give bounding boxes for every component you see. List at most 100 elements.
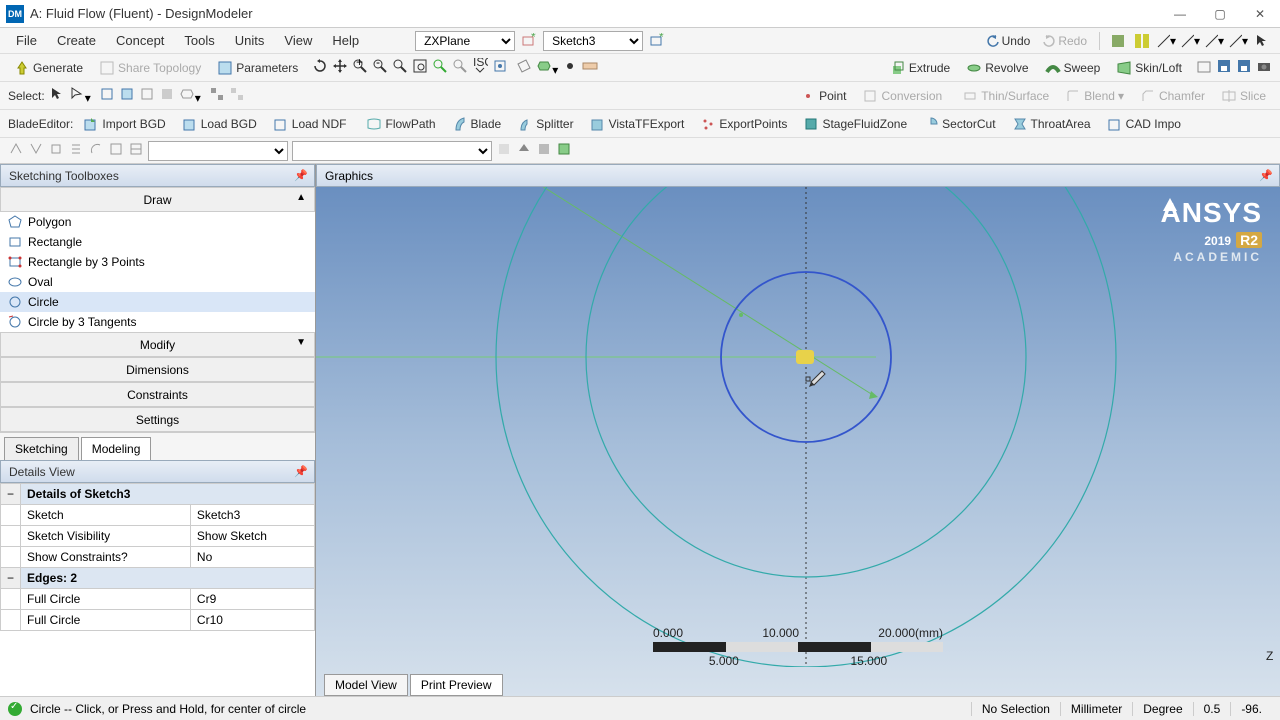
row-sketch-val[interactable]: Sketch3 xyxy=(190,505,314,526)
dimensions-header[interactable]: Dimensions xyxy=(0,357,315,382)
refresh-icon[interactable] xyxy=(312,58,328,77)
zoom-box-icon[interactable] xyxy=(412,58,428,77)
close-button[interactable]: ✕ xyxy=(1240,0,1280,28)
revolve-button[interactable]: Revolve xyxy=(960,58,1034,78)
combo-1[interactable] xyxy=(148,141,288,161)
display-plane-icon[interactable] xyxy=(516,58,532,77)
menu-help[interactable]: Help xyxy=(324,30,367,51)
menu-view[interactable]: View xyxy=(276,30,320,51)
look-at-icon[interactable] xyxy=(492,58,508,77)
misc-icon-2[interactable] xyxy=(28,141,44,160)
tab-modeling[interactable]: Modeling xyxy=(81,437,152,460)
tab-print-preview[interactable]: Print Preview xyxy=(410,674,503,696)
minimize-button[interactable]: — xyxy=(1160,0,1200,28)
draw-header[interactable]: Draw▲ xyxy=(0,187,315,212)
display-point-icon[interactable] xyxy=(562,58,578,77)
row-showc-val[interactable]: No xyxy=(190,547,314,568)
import-bgd-button[interactable]: Import BGD xyxy=(77,114,171,134)
pan-icon[interactable] xyxy=(332,58,348,77)
redo-button[interactable]: Redo xyxy=(1038,34,1091,48)
display-model-icon[interactable]: ▾ xyxy=(536,58,558,77)
draw-circle[interactable]: Circle xyxy=(0,292,315,312)
menu-concept[interactable]: Concept xyxy=(108,30,172,51)
iso-icon[interactable]: ISO xyxy=(472,58,488,77)
pin-icon[interactable]: 📌 xyxy=(1259,169,1273,182)
extend-sel2-icon[interactable] xyxy=(229,86,245,105)
line-tool4-icon[interactable]: ▾ xyxy=(1228,31,1248,51)
generate-button[interactable]: Generate xyxy=(8,58,89,78)
misc-icon-3[interactable] xyxy=(48,141,64,160)
save-as-icon[interactable] xyxy=(1236,58,1252,77)
row-fc1-val[interactable]: Cr9 xyxy=(190,589,314,610)
flowpath-button[interactable]: FlowPath xyxy=(360,114,441,134)
zoom-fit-icon[interactable] xyxy=(392,58,408,77)
group-toggle[interactable]: − xyxy=(1,568,21,589)
share-topology-button[interactable]: Share Topology xyxy=(93,58,207,78)
load-ndf-button[interactable]: Load NDF xyxy=(267,114,353,134)
new-sketch-icon[interactable]: * xyxy=(647,31,667,51)
draw-rectangle[interactable]: Rectangle xyxy=(0,232,315,252)
pin-icon[interactable]: 📌 xyxy=(294,465,308,478)
extrude-button[interactable]: Extrude xyxy=(884,58,956,78)
skin-loft-button[interactable]: Skin/Loft xyxy=(1110,58,1188,78)
zoom-sel-icon[interactable] xyxy=(432,58,448,77)
misc-icon-4[interactable] xyxy=(68,141,84,160)
draw-oval[interactable]: Oval xyxy=(0,272,315,292)
export-points-button[interactable]: ExportPoints xyxy=(694,114,793,134)
camera-icon[interactable] xyxy=(1256,58,1272,77)
menu-file[interactable]: File xyxy=(8,30,45,51)
splitter-button[interactable]: Splitter xyxy=(511,114,579,134)
throat-area-button[interactable]: ThroatArea xyxy=(1006,114,1097,134)
cursor-icon[interactable] xyxy=(1252,31,1272,51)
sweep-button[interactable]: Sweep xyxy=(1039,58,1107,78)
zoom-out-icon[interactable]: - xyxy=(372,58,388,77)
blend-button[interactable]: Blend ▾ xyxy=(1059,86,1130,106)
filter-face-icon[interactable] xyxy=(139,86,155,105)
misc-icon-5[interactable] xyxy=(88,141,104,160)
load-bgd-button[interactable]: Load BGD xyxy=(176,114,263,134)
parameters-button[interactable]: Parameters xyxy=(211,58,304,78)
line-tool3-icon[interactable]: ▾ xyxy=(1204,31,1224,51)
constraints-header[interactable]: Constraints xyxy=(0,382,315,407)
tab-sketching[interactable]: Sketching xyxy=(4,437,79,460)
draw-polygon[interactable]: Polygon xyxy=(0,212,315,232)
filter-edge-icon[interactable] xyxy=(119,86,135,105)
misc-icon-9[interactable] xyxy=(516,141,532,160)
blade-button[interactable]: Blade xyxy=(446,114,508,134)
point-button[interactable]: Point xyxy=(794,86,852,106)
combo-2[interactable] xyxy=(292,141,492,161)
row-vis-val[interactable]: Show Sketch xyxy=(190,526,314,547)
filter-cube-icon[interactable]: ▾ xyxy=(179,86,201,105)
conversion-button[interactable]: Conversion xyxy=(856,86,948,106)
tab-model-view[interactable]: Model View xyxy=(324,674,408,696)
undo-button[interactable]: Undo xyxy=(982,34,1035,48)
face-color-icon[interactable] xyxy=(1108,31,1128,51)
ruler-icon[interactable] xyxy=(582,58,598,77)
filter-vertex-icon[interactable] xyxy=(99,86,115,105)
misc-icon-6[interactable] xyxy=(108,141,124,160)
slice-button[interactable]: Slice xyxy=(1215,86,1272,106)
pin-icon[interactable]: 📌 xyxy=(294,169,308,182)
group-toggle[interactable]: − xyxy=(1,484,21,505)
menu-tools[interactable]: Tools xyxy=(176,30,222,51)
sketch-select[interactable]: Sketch3 xyxy=(543,31,643,51)
graphics-canvas[interactable]: ANSYS 2019 R2 ACADEMIC Z X Y 0.000 xyxy=(316,187,1280,696)
chamfer-button[interactable]: Chamfer xyxy=(1134,86,1211,106)
thin-surface-button[interactable]: Thin/Surface xyxy=(956,86,1055,106)
misc-icon-8[interactable] xyxy=(496,141,512,160)
misc-icon-1[interactable] xyxy=(8,141,24,160)
edge-color-icon[interactable] xyxy=(1132,31,1152,51)
draw-circle-3tan[interactable]: Circle by 3 Tangents xyxy=(0,312,315,332)
menu-create[interactable]: Create xyxy=(49,30,104,51)
vista-export-button[interactable]: VistaTFExport xyxy=(584,114,691,134)
misc-icon-10[interactable] xyxy=(536,141,552,160)
select-cursor-icon[interactable] xyxy=(49,86,65,105)
menu-units[interactable]: Units xyxy=(227,30,273,51)
zoom-prev-icon[interactable] xyxy=(452,58,468,77)
misc-icon-11[interactable] xyxy=(556,141,572,160)
plane-select[interactable]: ZXPlane xyxy=(415,31,515,51)
draw-rectangle-3pts[interactable]: Rectangle by 3 Points xyxy=(0,252,315,272)
extend-sel-icon[interactable] xyxy=(209,86,225,105)
save-icon[interactable] xyxy=(1216,58,1232,77)
stage-fluid-zone-button[interactable]: StageFluidZone xyxy=(797,114,913,134)
